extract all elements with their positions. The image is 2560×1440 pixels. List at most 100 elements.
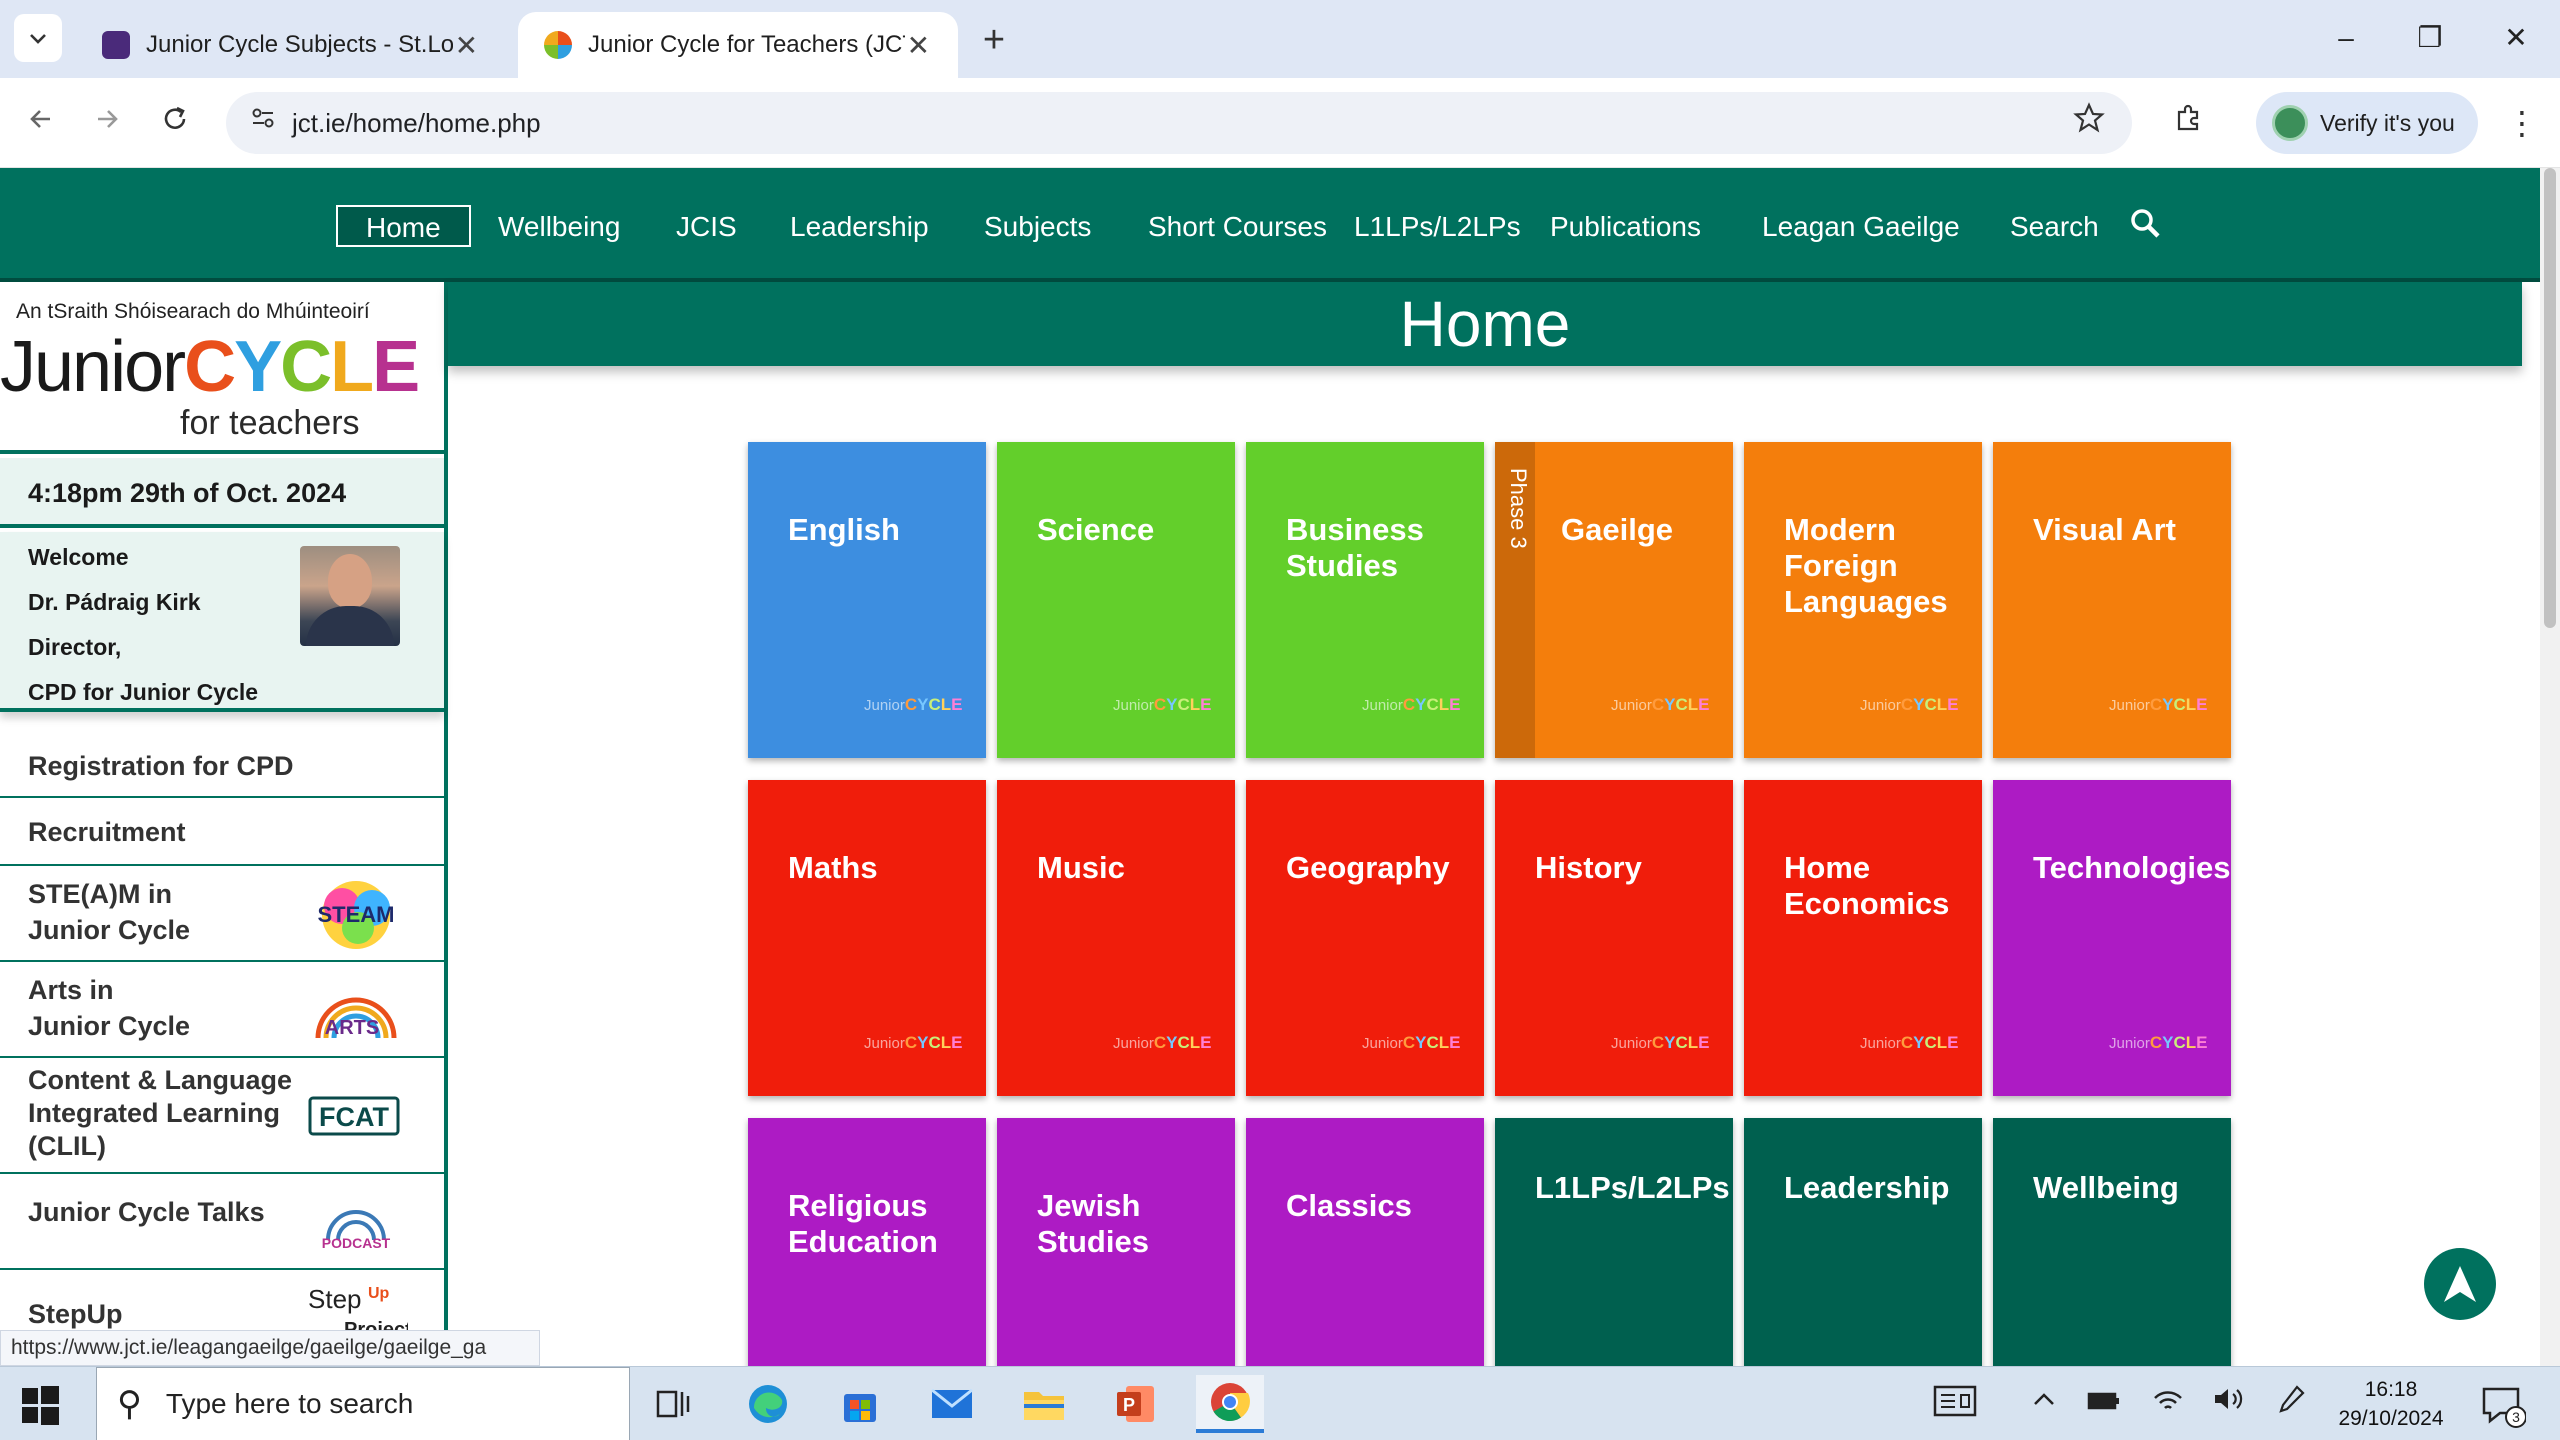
pen-icon[interactable] <box>2272 1383 2312 1427</box>
subject-tile-label: Technologies <box>2033 850 2231 885</box>
subject-tile[interactable]: Phase 3 Gaeilge JuniorCYCLE <box>1495 442 1733 758</box>
subject-tile[interactable]: Business Studies JuniorCYCLE <box>1246 442 1484 758</box>
page-scrollbar[interactable] <box>2540 168 2560 1366</box>
powerpoint-icon[interactable]: P <box>1102 1375 1170 1433</box>
nav-jcis[interactable]: JCIS <box>676 206 737 248</box>
nav-leagan-gaeilge[interactable]: Leagan Gaeilge <box>1762 206 1960 248</box>
junior-cycle-logo[interactable]: An tSraith Shóisearach do Mhúinteoirí Ju… <box>0 282 444 454</box>
subject-tile-label: Geography <box>1286 850 1450 885</box>
phase-label: Phase 3 <box>1506 468 1531 549</box>
url-text[interactable]: jct.ie/home/home.php <box>292 92 541 154</box>
scrollbar-thumb[interactable] <box>2544 168 2556 628</box>
file-explorer-icon[interactable] <box>1010 1375 1078 1433</box>
junior-cycle-mini-logo: JuniorCYCLE <box>1362 695 1461 714</box>
site-settings-icon[interactable] <box>244 104 282 142</box>
subject-tile[interactable]: Science JuniorCYCLE <box>997 442 1235 758</box>
nav-l1lps-l2lps[interactable]: L1LPs/L2LPs <box>1354 206 1521 248</box>
news-widget-icon[interactable] <box>1930 1383 1980 1427</box>
browser-menu-icon[interactable]: ⋮ <box>2502 100 2542 146</box>
taskbar-clock[interactable]: 16:18 29/10/2024 <box>2326 1375 2456 1435</box>
tray-expand-icon[interactable] <box>2026 1383 2062 1427</box>
junior-cycle-mini-logo: JuniorCYCLE <box>1860 695 1959 714</box>
forward-button[interactable] <box>84 100 130 146</box>
sidebar-item-recruitment[interactable]: Recruitment <box>0 798 444 866</box>
windows-start-icon[interactable] <box>18 1383 62 1427</box>
junior-cycle-mini-logo: JuniorCYCLE <box>864 1033 963 1052</box>
restore-button[interactable]: ❐ <box>2400 16 2460 60</box>
mail-icon[interactable] <box>918 1375 986 1433</box>
subject-tile-label: Music <box>1037 850 1125 885</box>
browser-tab-bar: Junior Cycle Subjects - St.Louis ✕ Junio… <box>0 0 2560 78</box>
sidebar-item-arts[interactable]: Arts in Junior Cycle ARTS <box>0 962 444 1058</box>
wifi-icon[interactable] <box>2148 1383 2188 1427</box>
windows-taskbar: ⚲ Type here to search P 16:18 29/10/2024… <box>0 1366 2560 1440</box>
edge-browser-icon[interactable] <box>734 1375 802 1433</box>
nav-short-courses[interactable]: Short Courses <box>1148 206 1327 248</box>
subject-tile[interactable]: Religious Education <box>748 1118 986 1366</box>
close-window-button[interactable]: ✕ <box>2486 16 2546 60</box>
subject-tile[interactable]: Modern Foreign Languages JuniorCYCLE <box>1744 442 1982 758</box>
microsoft-store-icon[interactable] <box>826 1375 894 1433</box>
sidebar-item-talks[interactable]: Junior Cycle Talks PODCAST <box>0 1174 444 1270</box>
taskbar-search-placeholder: Type here to search <box>165 1388 414 1419</box>
nav-search[interactable]: Search <box>2010 206 2099 248</box>
steam-badge-icon: STEAM <box>304 876 408 954</box>
task-view-icon[interactable] <box>640 1375 708 1433</box>
subject-tile[interactable]: Music JuniorCYCLE <box>997 780 1235 1096</box>
profile-verify-button[interactable]: Verify it's you <box>2256 92 2478 154</box>
svg-text:ARTS: ARTS <box>325 1017 379 1039</box>
director-name: Dr. Pádraig Kirk <box>28 589 201 615</box>
notification-center-icon[interactable]: 3 <box>2478 1381 2527 1429</box>
sidebar-item-registration[interactable]: Registration for CPD <box>0 734 444 798</box>
subject-tile[interactable]: Geography JuniorCYCLE <box>1246 780 1484 1096</box>
nav-subjects[interactable]: Subjects <box>984 206 1091 248</box>
nav-home[interactable]: Home <box>336 205 471 247</box>
volume-icon[interactable] <box>2208 1383 2248 1427</box>
chrome-icon[interactable] <box>1196 1375 1264 1433</box>
junior-cycle-mini-logo: JuniorCYCLE <box>1611 1033 1710 1052</box>
subject-tile[interactable]: Classics <box>1246 1118 1484 1366</box>
welcome-card: Welcome Dr. Pádraig Kirk Director, CPD f… <box>0 532 444 712</box>
nav-leadership[interactable]: Leadership <box>790 206 929 248</box>
extensions-puzzle-icon[interactable] <box>2166 100 2212 146</box>
director-department: CPD for Junior Cycle <box>28 679 259 705</box>
subject-tile[interactable]: Visual Art JuniorCYCLE <box>1993 442 2231 758</box>
nav-publications[interactable]: Publications <box>1550 206 1701 248</box>
sidebar-item-label: Content & Language <box>28 1065 292 1095</box>
back-to-top-button[interactable] <box>2424 1248 2496 1320</box>
back-button[interactable] <box>18 100 64 146</box>
new-tab-button[interactable]: + <box>972 18 1016 62</box>
subject-tile-label: Home Economics <box>1784 850 1950 921</box>
subject-tile[interactable]: L1LPs/L2LPs <box>1495 1118 1733 1366</box>
address-bar[interactable]: jct.ie/home/home.php <box>226 92 2132 154</box>
reload-button[interactable] <box>152 100 198 146</box>
subject-tile[interactable]: Home Economics JuniorCYCLE <box>1744 780 1982 1096</box>
taskbar-search-box[interactable]: ⚲ Type here to search <box>96 1367 630 1440</box>
nav-wellbeing[interactable]: Wellbeing <box>498 206 620 248</box>
tab-st-louis[interactable]: Junior Cycle Subjects - St.Louis ✕ <box>76 12 506 78</box>
subject-tile[interactable]: Leadership <box>1744 1118 1982 1366</box>
subject-tile-label: Modern Foreign Languages <box>1784 512 1948 619</box>
subject-tile[interactable]: Jewish Studies <box>997 1118 1235 1366</box>
jct-favicon-icon <box>544 31 572 59</box>
arrow-right-icon <box>98 110 118 128</box>
subject-tile[interactable]: Wellbeing <box>1993 1118 2231 1366</box>
tab-jct[interactable]: Junior Cycle for Teachers (JCT) | ✕ <box>518 12 958 78</box>
tab-close-icon[interactable]: ✕ <box>905 29 932 62</box>
subject-tile[interactable]: English JuniorCYCLE <box>748 442 986 758</box>
subject-tile[interactable]: Maths JuniorCYCLE <box>748 780 986 1096</box>
subject-tile-label: Maths <box>788 850 878 885</box>
subject-tile-label: Visual Art <box>2033 512 2176 547</box>
welcome-text: Welcome <box>28 544 129 570</box>
tab-close-icon[interactable]: ✕ <box>453 29 480 62</box>
search-icon[interactable] <box>2126 198 2174 252</box>
sidebar-item-clil[interactable]: Content & Language Integrated Learning (… <box>0 1058 444 1174</box>
battery-icon[interactable] <box>2084 1383 2124 1427</box>
sidebar-item-steam[interactable]: STE(A)M in Junior Cycle STEAM <box>0 866 444 962</box>
bookmark-star-icon[interactable] <box>2068 102 2110 144</box>
minimize-button[interactable]: – <box>2316 16 2376 60</box>
screen: Junior Cycle Subjects - St.Louis ✕ Junio… <box>0 0 2560 1440</box>
subject-tile[interactable]: History JuniorCYCLE <box>1495 780 1733 1096</box>
tab-search-button[interactable] <box>14 14 62 62</box>
subject-tile[interactable]: Technologies JuniorCYCLE <box>1993 780 2231 1096</box>
